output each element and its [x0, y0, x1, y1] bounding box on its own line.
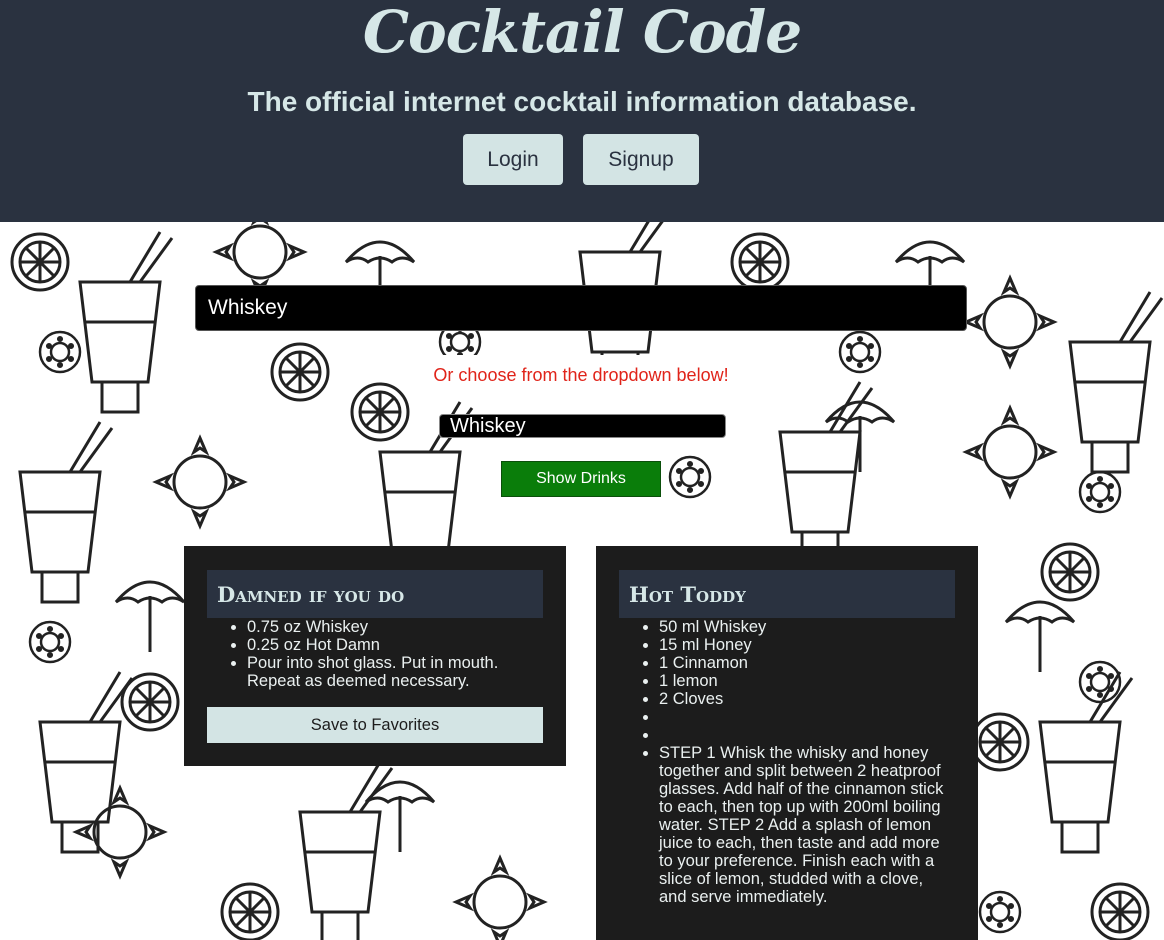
drink-card-title: Hot Toddy	[619, 570, 955, 618]
dropdown-hint-text: Or choose from the dropdown below!	[433, 365, 729, 385]
list-item: 0.75 oz Whiskey	[247, 618, 543, 636]
ingredient-list: 0.75 oz Whiskey 0.25 oz Hot Damn Pour in…	[207, 618, 543, 690]
drink-card-title: Damned if you do	[207, 570, 543, 618]
list-item: STEP 1 Whisk the whisky and honey togeth…	[659, 744, 955, 906]
spirit-dropdown[interactable]: Whiskey	[439, 414, 726, 438]
drink-card: Damned if you do 0.75 oz Whiskey 0.25 oz…	[184, 546, 566, 766]
list-item: Pour into shot glass. Put in mouth. Repe…	[247, 654, 543, 690]
search-input[interactable]: Whiskey	[195, 285, 967, 331]
show-drinks-button[interactable]: Show Drinks	[501, 461, 661, 497]
site-header: Cocktail Code The official internet cock…	[0, 0, 1164, 222]
list-item: 1 Cinnamon	[659, 654, 955, 672]
site-title: Cocktail Code	[362, 0, 802, 66]
save-to-favorites-button[interactable]: Save to Favorites	[207, 707, 543, 743]
ingredient-list: 50 ml Whiskey 15 ml Honey 1 Cinnamon 1 l…	[619, 618, 955, 906]
drink-card: Hot Toddy 50 ml Whiskey 15 ml Honey 1 Ci…	[596, 546, 978, 940]
site-tagline: The official internet cocktail informati…	[247, 86, 917, 117]
list-item: 2 Cloves	[659, 690, 955, 708]
list-item: 15 ml Honey	[659, 636, 955, 654]
login-button[interactable]: Login	[463, 134, 563, 185]
list-item: 0.25 oz Hot Damn	[247, 636, 543, 654]
list-item: 1 lemon	[659, 672, 955, 690]
hint-box: Or choose from the dropdown below!	[406, 355, 756, 395]
signup-button[interactable]: Signup	[583, 134, 699, 185]
list-item	[659, 726, 955, 744]
list-item	[659, 708, 955, 726]
list-item: 50 ml Whiskey	[659, 618, 955, 636]
